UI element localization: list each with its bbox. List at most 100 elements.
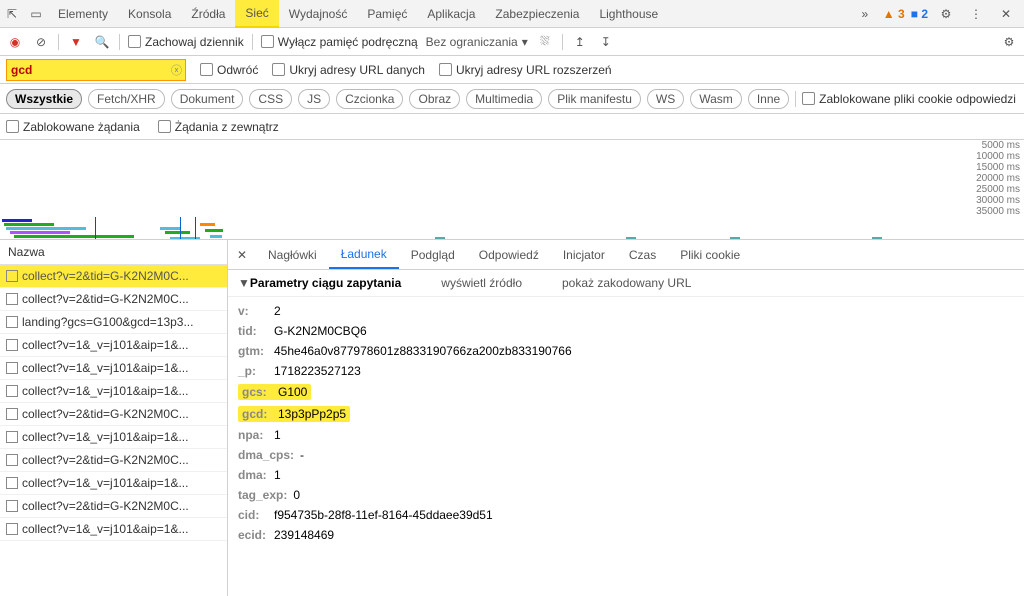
request-name: collect?v=2&tid=G-K2N2M0C...: [22, 292, 189, 306]
param-key: tag_exp:: [238, 488, 287, 502]
settings-icon[interactable]: ⚙: [934, 7, 958, 21]
request-name: landing?gcs=G100&gcd=13p3...: [22, 315, 193, 329]
detail-tab[interactable]: Odpowiedź: [467, 240, 551, 269]
tab-zabezpieczenia[interactable]: Zabezpieczenia: [485, 1, 589, 27]
device-toggle-icon[interactable]: ▭: [24, 7, 48, 21]
tab-sieć[interactable]: Sieć: [235, 0, 278, 28]
type-pill[interactable]: Wasm: [690, 89, 742, 109]
tab-konsola[interactable]: Konsola: [118, 1, 181, 27]
wifi-icon[interactable]: ⛆: [536, 34, 554, 49]
network-settings-icon[interactable]: ⚙: [1000, 35, 1018, 49]
param-value: 13p3pPp2p5: [278, 407, 346, 421]
throttling-select[interactable]: Bez ograniczania▾: [426, 35, 528, 49]
blocked-requests-checkbox[interactable]: Zablokowane żądania: [6, 120, 140, 134]
type-pill[interactable]: Fetch/XHR: [88, 89, 165, 109]
options-row: Zablokowane żądania Żądania z zewnątrz: [0, 114, 1024, 140]
param-value: G100: [278, 385, 307, 399]
request-row[interactable]: landing?gcs=G100&gcd=13p3...: [0, 311, 227, 334]
preserve-log-checkbox[interactable]: Zachowaj dziennik: [128, 35, 244, 49]
request-name: collect?v=1&_v=j101&aip=1&...: [22, 522, 188, 536]
type-pill[interactable]: Wszystkie: [6, 89, 82, 109]
record-icon[interactable]: ◉: [6, 35, 24, 49]
detail-tab[interactable]: Ładunek: [329, 240, 399, 269]
tab-źródła[interactable]: Źródła: [181, 1, 235, 27]
hide-ext-urls-checkbox[interactable]: Ukryj adresy URL rozszerzeń: [439, 63, 612, 77]
request-name: collect?v=1&_v=j101&aip=1&...: [22, 361, 188, 375]
timeline-tick: 5000 ms: [0, 140, 1024, 151]
request-row[interactable]: collect?v=1&_v=j101&aip=1&...: [0, 380, 227, 403]
warnings-badge[interactable]: ▲ 3: [883, 7, 905, 21]
blocked-cookies-checkbox[interactable]: Zablokowane pliki cookie odpowiedzi: [802, 92, 1016, 106]
param-value: f954735b-28f8-11ef-8164-45ddaee39d51: [274, 508, 493, 522]
param-value: 239148469: [274, 528, 334, 542]
param-value: 1: [274, 468, 281, 482]
inspect-element-icon[interactable]: ⇱: [0, 7, 24, 21]
param-key: gcd:: [242, 407, 272, 421]
tab-wydajność[interactable]: Wydajność: [279, 1, 358, 27]
request-row[interactable]: collect?v=1&_v=j101&aip=1&...: [0, 472, 227, 495]
name-column-header[interactable]: Nazwa: [0, 240, 227, 265]
request-row[interactable]: collect?v=2&tid=G-K2N2M0C...: [0, 403, 227, 426]
view-encoded-link[interactable]: pokaż zakodowany URL: [562, 276, 691, 290]
more-tabs-icon[interactable]: »: [853, 7, 877, 21]
param-row: ecid: 239148469: [238, 525, 1014, 545]
tab-elementy[interactable]: Elementy: [48, 1, 118, 27]
request-row[interactable]: collect?v=2&tid=G-K2N2M0C...: [0, 288, 227, 311]
request-row[interactable]: collect?v=1&_v=j101&aip=1&...: [0, 518, 227, 541]
type-pill[interactable]: Plik manifestu: [548, 89, 641, 109]
request-row[interactable]: collect?v=2&tid=G-K2N2M0C...: [0, 495, 227, 518]
type-pill[interactable]: Multimedia: [466, 89, 542, 109]
request-row[interactable]: collect?v=2&tid=G-K2N2M0C...: [0, 265, 227, 288]
param-key: ecid:: [238, 528, 268, 542]
hide-data-urls-checkbox[interactable]: Ukryj adresy URL danych: [272, 63, 425, 77]
file-icon: [6, 339, 18, 351]
detail-tab[interactable]: Czas: [617, 240, 668, 269]
detail-tab[interactable]: Podgląd: [399, 240, 467, 269]
param-value: 1: [274, 428, 281, 442]
timeline-tick: 10000 ms: [0, 151, 1024, 162]
type-pill[interactable]: Inne: [748, 89, 789, 109]
file-icon: [6, 316, 18, 328]
close-detail-icon[interactable]: ✕: [228, 248, 256, 262]
tab-aplikacja[interactable]: Aplikacja: [417, 1, 485, 27]
third-party-checkbox[interactable]: Żądania z zewnątrz: [158, 120, 279, 134]
param-row: tag_exp:0: [238, 485, 1014, 505]
clear-icon[interactable]: ⊘: [32, 35, 50, 49]
timeline-tick: 30000 ms: [0, 195, 1024, 206]
invert-checkbox[interactable]: Odwróć: [200, 63, 258, 77]
detail-tab[interactable]: Pliki cookie: [668, 240, 752, 269]
detail-tab[interactable]: Nagłówki: [256, 240, 329, 269]
tab-lighthouse[interactable]: Lighthouse: [589, 1, 668, 27]
download-icon[interactable]: ↧: [597, 35, 615, 49]
upload-icon[interactable]: ↥: [571, 35, 589, 49]
param-row: v:2: [238, 301, 1014, 321]
type-pill[interactable]: Obraz: [409, 89, 460, 109]
type-filter-row: Wszystkie Fetch/XHR DokumentCSS JS Czcionka O…: [0, 84, 1024, 114]
collapse-icon[interactable]: ▼: [238, 276, 250, 290]
view-source-link[interactable]: wyświetl źródło: [441, 276, 522, 290]
request-row[interactable]: collect?v=1&_v=j101&aip=1&...: [0, 334, 227, 357]
disable-cache-checkbox[interactable]: Wyłącz pamięć podręczną: [261, 35, 418, 49]
file-icon: [6, 431, 18, 443]
request-row[interactable]: collect?v=2&tid=G-K2N2M0C...: [0, 449, 227, 472]
clear-filter-icon[interactable]: ⓧ: [171, 62, 182, 78]
request-row[interactable]: collect?v=1&_v=j101&aip=1&...: [0, 426, 227, 449]
filter-input[interactable]: [6, 59, 186, 81]
search-icon[interactable]: 🔍: [93, 35, 111, 49]
type-pill[interactable]: WS: [647, 89, 684, 109]
filter-icon[interactable]: ▼: [67, 35, 85, 49]
kebab-menu-icon[interactable]: ⋮: [964, 7, 988, 21]
tab-pamięć[interactable]: Pamięć: [357, 1, 417, 27]
type-pill[interactable]: Dokument: [171, 89, 244, 109]
timeline-overview[interactable]: 5000 ms10000 ms15000 ms20000 ms25000 ms3…: [0, 140, 1024, 240]
request-row[interactable]: collect?v=1&_v=j101&aip=1&...: [0, 357, 227, 380]
detail-tab[interactable]: Inicjator: [551, 240, 617, 269]
param-value: 45he46a0v877978601z8833190766za200zb8331…: [274, 344, 572, 358]
info-badge[interactable]: ■ 2: [911, 7, 928, 21]
type-pill[interactable]: Czcionka: [336, 89, 403, 109]
request-list[interactable]: collect?v=2&tid=G-K2N2M0C... collect?v=2&…: [0, 265, 227, 596]
file-icon: [6, 454, 18, 466]
close-icon[interactable]: ✕: [994, 7, 1018, 21]
type-pill[interactable]: CSS: [249, 89, 292, 109]
type-pill[interactable]: JS: [298, 89, 330, 109]
